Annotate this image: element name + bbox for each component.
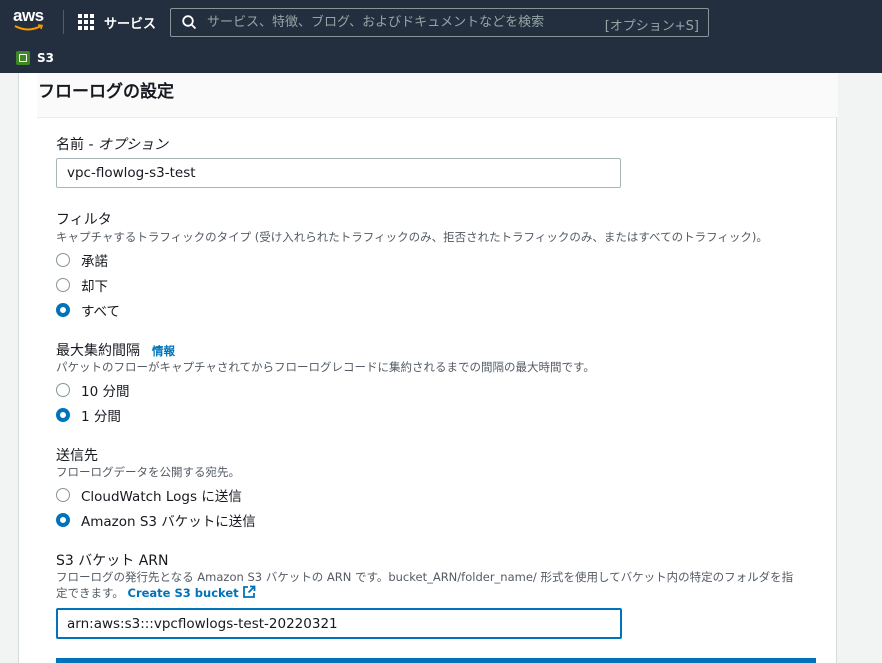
filter-label: フィルタ: [56, 212, 112, 228]
panel-title: フローログの設定: [38, 82, 174, 102]
destination-option-label: CloudWatch Logs に送信: [81, 489, 242, 505]
filter-radio-reject[interactable]: 却下: [56, 275, 108, 295]
destination-radio-cloudwatch[interactable]: CloudWatch Logs に送信: [56, 485, 242, 505]
search-icon: [182, 15, 197, 30]
favorite-s3-label: S3: [37, 51, 54, 65]
aggregation-option-label: 1 分間: [81, 409, 121, 425]
radio-button[interactable]: [56, 488, 70, 502]
destination-description: フローログデータを公開する宛先。: [56, 465, 240, 479]
nav-divider: [63, 10, 64, 34]
favorite-s3[interactable]: S3: [16, 51, 54, 65]
filter-radio-all[interactable]: すべて: [56, 300, 120, 320]
filter-description: キャプチャするトラフィックのタイプ (受け入れられたトラフィックのみ、拒否された…: [56, 230, 768, 244]
services-label: サービス: [104, 16, 157, 32]
filter-option-label: 却下: [81, 279, 108, 295]
aws-logo-text: aws: [13, 6, 44, 25]
destination-label: 送信先: [56, 448, 98, 464]
filter-option-label: すべて: [81, 304, 121, 320]
filter-radio-accept[interactable]: 承諾: [56, 250, 108, 270]
radio-button[interactable]: [56, 383, 70, 397]
radio-button-selected[interactable]: [56, 513, 70, 527]
create-s3-bucket-link[interactable]: Create S3 bucket: [127, 585, 256, 600]
grid-menu-icon: [78, 13, 95, 31]
s3-arn-description-line1: フローログの発行先となる Amazon S3 バケットの ARN です。buck…: [56, 570, 794, 584]
destination-radio-s3[interactable]: Amazon S3 バケットに送信: [56, 510, 256, 530]
create-s3-bucket-link-label: Create S3 bucket: [127, 586, 239, 600]
aws-smile-icon: [14, 24, 44, 31]
global-search[interactable]: [オプション+S]: [170, 8, 709, 37]
filter-option-label: 承諾: [81, 254, 108, 270]
radio-button-selected[interactable]: [56, 303, 70, 317]
search-shortcut: [オプション+S]: [604, 19, 699, 34]
services-menu-button[interactable]: サービス: [78, 12, 156, 32]
s3-arn-description-line2: 定できます。 Create S3 bucket: [56, 585, 256, 601]
aggregation-label: 最大集約間隔 情報: [56, 340, 175, 360]
s3-arn-label: S3 バケット ARN: [56, 553, 169, 569]
name-input[interactable]: [56, 158, 621, 188]
name-label-text: 名前 -: [56, 137, 98, 153]
name-field-label: 名前 - オプション: [56, 134, 168, 154]
s3-arn-input[interactable]: [56, 608, 622, 639]
top-navigation: aws サービス [オプション+S] S3: [0, 0, 882, 73]
aggregation-option-label: 10 分間: [81, 384, 130, 400]
aggregation-radio-1min[interactable]: 1 分間: [56, 405, 121, 425]
radio-button[interactable]: [56, 253, 70, 267]
search-input[interactable]: [207, 9, 587, 36]
aggregation-radio-10min[interactable]: 10 分間: [56, 380, 129, 400]
radio-button-selected[interactable]: [56, 408, 70, 422]
destination-option-label: Amazon S3 バケットに送信: [81, 514, 256, 530]
s3-bucket-icon: [16, 51, 30, 65]
aggregation-description: パケットのフローがキャプチャされてからフローログレコードに集約されるまでの間隔の…: [56, 360, 595, 374]
aggregation-label-text: 最大集約間隔: [56, 343, 140, 359]
radio-button[interactable]: [56, 278, 70, 292]
next-section-edge: [56, 658, 816, 663]
aws-logo[interactable]: aws: [13, 6, 47, 34]
name-label-optional: オプション: [97, 137, 168, 153]
external-link-icon: [242, 585, 256, 598]
info-link[interactable]: 情報: [152, 344, 175, 358]
s3-arn-description-line2-text: 定できます。: [56, 586, 124, 600]
